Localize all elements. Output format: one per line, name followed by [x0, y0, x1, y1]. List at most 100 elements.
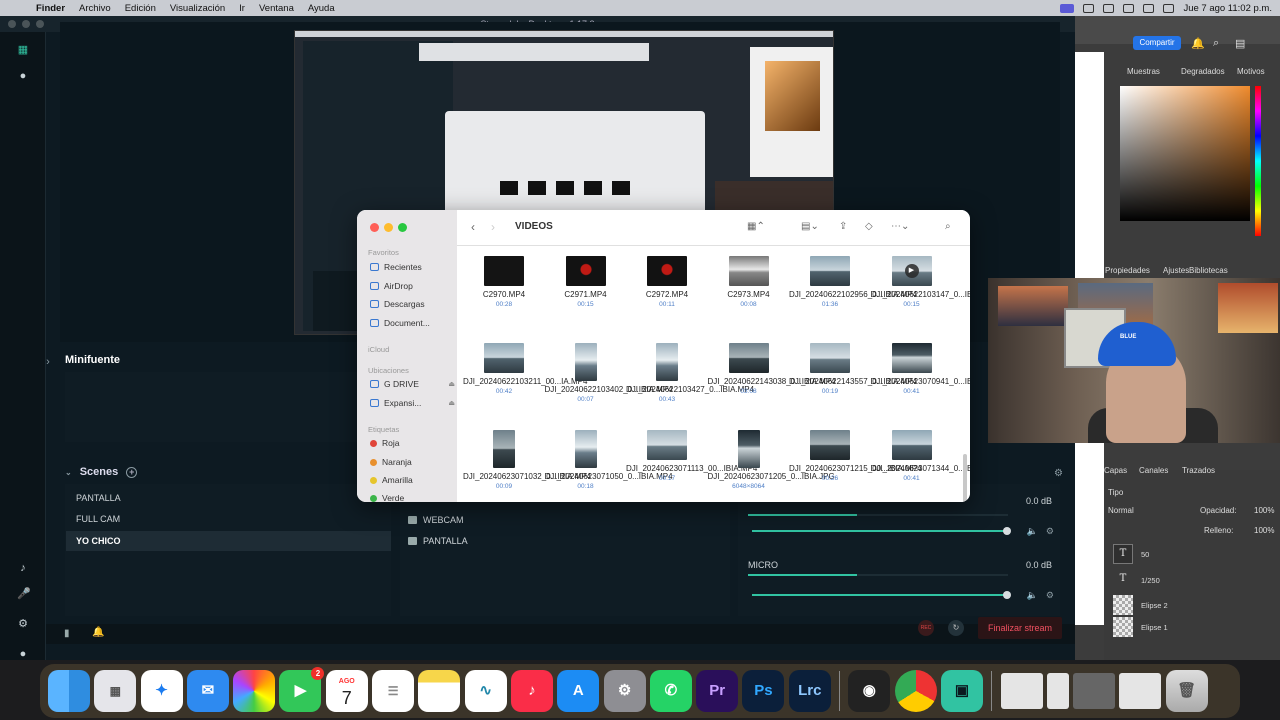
- tab-muestras[interactable]: Muestras: [1127, 67, 1160, 76]
- mute-icon[interactable]: 🔈: [1027, 526, 1038, 537]
- gear-icon[interactable]: ⚙: [1046, 526, 1054, 537]
- tab-trazados[interactable]: Trazados: [1182, 466, 1215, 475]
- slider-knob[interactable]: [1003, 527, 1011, 535]
- play-icon[interactable]: ▶: [904, 264, 919, 278]
- search-icon[interactable]: [1143, 3, 1155, 13]
- tab-bibliotecas[interactable]: Bibliotecas: [1189, 266, 1228, 275]
- lightroom-classic-app-icon[interactable]: Lrc: [788, 670, 831, 712]
- menu-archivo[interactable]: Archivo: [79, 3, 111, 14]
- search-icon[interactable]: ⌕: [945, 221, 951, 232]
- forward-button[interactable]: ›: [491, 220, 495, 234]
- source-item-pantalla[interactable]: PANTALLA: [408, 536, 468, 546]
- menu-edicion[interactable]: Edición: [125, 3, 156, 14]
- blend-mode-select[interactable]: Normal: [1108, 506, 1134, 515]
- dock-thumbnail[interactable]: [1073, 673, 1116, 709]
- tab-capas[interactable]: Capas: [1104, 466, 1127, 475]
- mute-icon[interactable]: 🔈: [1027, 590, 1038, 601]
- finder-app-icon[interactable]: [48, 670, 90, 712]
- back-button[interactable]: ‹: [471, 220, 475, 234]
- color-picker-field[interactable]: [1120, 86, 1250, 221]
- menu-app-name[interactable]: Finder: [36, 3, 65, 14]
- profile-icon[interactable]: ●: [17, 648, 29, 660]
- tab-propiedades[interactable]: Propiedades: [1105, 266, 1150, 275]
- file-item[interactable]: C2973.MP4 00:08: [708, 256, 790, 309]
- system-settings-icon[interactable]: ⚙: [603, 670, 646, 712]
- layer-filter-kind[interactable]: Tipo: [1108, 488, 1123, 497]
- sidebar-item-tag-roja[interactable]: Roja: [370, 438, 455, 448]
- photoshop-app-icon[interactable]: Ps: [742, 670, 785, 712]
- menu-ayuda[interactable]: Ayuda: [308, 3, 335, 14]
- layer-item[interactable]: T 1/250: [1113, 570, 1160, 590]
- file-item[interactable]: DJI_20240622103402_0...IBIA.MP4 00:07: [545, 343, 673, 404]
- share-icon[interactable]: ⇪: [839, 221, 847, 232]
- photos-app-icon[interactable]: [233, 670, 276, 712]
- chrome-app-icon[interactable]: [894, 670, 937, 712]
- file-item[interactable]: DJI_20240623070941_0...IBIA.MP4 00:41: [871, 343, 970, 396]
- volume-slider[interactable]: [752, 527, 1011, 535]
- scene-item-pantalla[interactable]: PANTALLA: [66, 488, 391, 508]
- wifi-icon[interactable]: [1123, 3, 1135, 13]
- freeform-app-icon[interactable]: ∿: [464, 670, 507, 712]
- expand-chevron-icon[interactable]: ›: [42, 356, 54, 368]
- settings-icon[interactable]: ⚙: [17, 618, 29, 630]
- sidebar-item-descargas[interactable]: Descargas: [370, 299, 455, 309]
- layer-item[interactable]: Elipse 2: [1113, 595, 1168, 615]
- file-item[interactable]: DJI_20240622143557_0...IBIA.MP4 00:19: [789, 343, 917, 396]
- file-item[interactable]: DJI_20240623071215_00...IBIA.MP4 00:26: [789, 430, 922, 483]
- close-button[interactable]: [8, 20, 16, 28]
- minimize-button[interactable]: [22, 20, 30, 28]
- dock-thumbnail[interactable]: [1119, 673, 1162, 709]
- view-mode-icon[interactable]: ▦⌃: [747, 221, 765, 232]
- replay-buffer-button[interactable]: ↻: [948, 620, 964, 636]
- more-actions-icon[interactable]: ⋯⌄: [891, 221, 909, 232]
- tab-canales[interactable]: Canales: [1139, 466, 1168, 475]
- sidebar-item-recientes[interactable]: Recientes: [370, 262, 455, 272]
- mixer-settings-icon[interactable]: ⚙: [1054, 468, 1063, 479]
- app-store-icon[interactable]: A: [557, 670, 600, 712]
- share-button[interactable]: Compartir: [1133, 36, 1181, 50]
- menu-ir[interactable]: Ir: [239, 3, 245, 14]
- gear-icon[interactable]: ⚙: [1046, 590, 1054, 601]
- record-icon[interactable]: ●: [17, 70, 29, 82]
- sidebar-item-g-drive[interactable]: G DRIVE ⏏: [370, 379, 455, 389]
- search-icon[interactable]: ⌕: [1213, 37, 1219, 50]
- source-item-webcam[interactable]: WEBCAM: [408, 515, 464, 525]
- file-item[interactable]: DJI_20240623071344_0...IBIA.MP4 00:41: [871, 430, 970, 483]
- slider-knob[interactable]: [1003, 591, 1011, 599]
- scene-item-yo-chico[interactable]: YO CHICO: [66, 531, 391, 551]
- sidebar-item-documentos[interactable]: Document...: [370, 318, 455, 328]
- launchpad-app-icon[interactable]: ▦: [94, 670, 137, 712]
- file-item[interactable]: DJI_20240623071113_00...IBIA.MP4 00:17: [626, 430, 757, 483]
- mic-icon[interactable]: 🎤: [17, 588, 31, 600]
- add-scene-button[interactable]: +: [126, 466, 138, 478]
- file-item[interactable]: DJI_20240622103427_0...IBIA.MP4 00:43: [626, 343, 754, 404]
- dock-thumbnail[interactable]: [1046, 673, 1069, 709]
- eject-icon[interactable]: ⏏: [448, 380, 455, 388]
- file-item[interactable]: DJI_20240623071205_0...IBIA.JPG 6048×8064: [708, 430, 835, 491]
- facetime-app-icon[interactable]: ▶ 2: [279, 667, 325, 712]
- file-item[interactable]: C2971.MP4 00:15: [545, 256, 627, 309]
- music-app-icon[interactable]: ♪: [510, 670, 553, 712]
- reminders-app-icon[interactable]: ☰: [372, 670, 415, 712]
- editor-icon[interactable]: ▦: [17, 44, 29, 56]
- menu-visualizacion[interactable]: Visualización: [170, 3, 225, 14]
- group-icon[interactable]: ▤⌄: [801, 221, 819, 232]
- file-item[interactable]: DJI_20240623071050_0...IBIA.MP4 00:18: [545, 430, 673, 491]
- bell-icon[interactable]: 🔔: [1191, 37, 1205, 50]
- file-item[interactable]: DJI_20240623071032_0...IBIA.MP4 00:09: [463, 430, 591, 491]
- sidebar-item-tag-naranja[interactable]: Naranja: [370, 457, 455, 467]
- workspace-icon[interactable]: ▤: [1235, 37, 1245, 50]
- obs-app-icon[interactable]: ◉: [848, 670, 891, 712]
- dock-thumbnail[interactable]: [1000, 673, 1043, 709]
- minimize-button[interactable]: [384, 223, 393, 232]
- mail-app-icon[interactable]: ✉: [186, 670, 229, 712]
- layer-item[interactable]: Elipse 1: [1113, 617, 1168, 637]
- calendar-app-icon[interactable]: AGO 7: [325, 670, 368, 712]
- tag-icon[interactable]: ◇: [865, 221, 873, 232]
- bell-icon[interactable]: 🔔: [92, 627, 104, 638]
- stats-icon[interactable]: ▮: [64, 628, 70, 639]
- end-stream-button[interactable]: Finalizar stream: [978, 617, 1062, 639]
- hue-slider[interactable]: [1255, 86, 1261, 236]
- screen-recording-icon[interactable]: [1060, 3, 1075, 13]
- zoom-button[interactable]: [398, 223, 407, 232]
